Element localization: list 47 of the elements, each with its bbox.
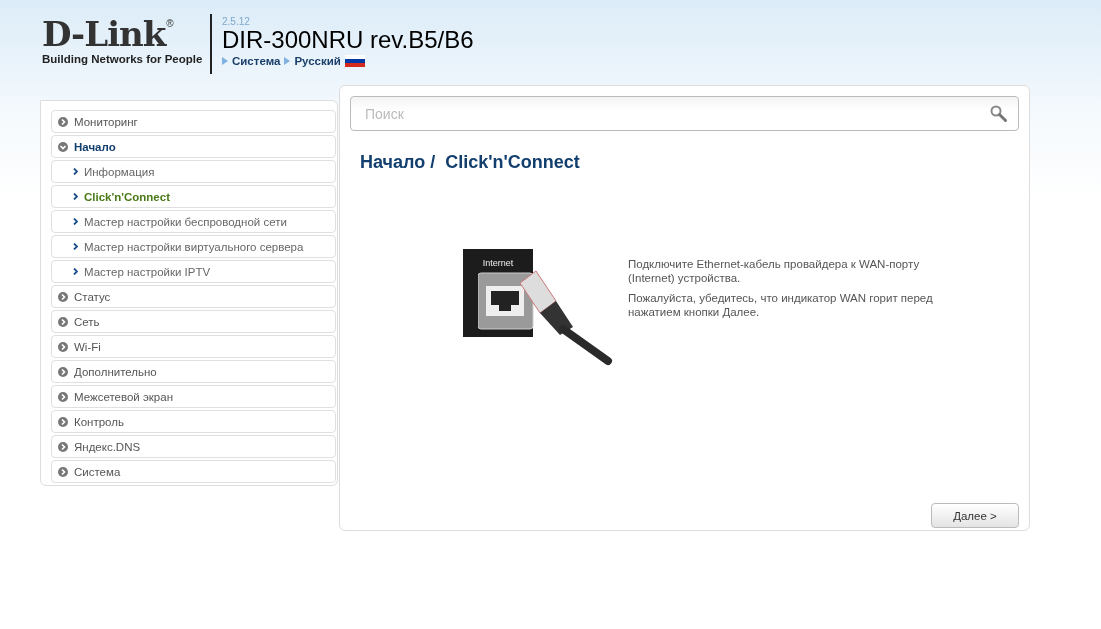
- menu-item[interactable]: Статус: [51, 285, 336, 308]
- chevron-right-icon: [58, 291, 68, 302]
- page-title: Начало / Click'n'Connect: [360, 152, 580, 173]
- submenu-item[interactable]: Мастер настройки IPTV: [51, 260, 336, 283]
- next-button[interactable]: Далее >: [931, 503, 1019, 528]
- menu-item[interactable]: Яндекс.DNS: [51, 435, 336, 458]
- menu-item[interactable]: Контроль: [51, 410, 336, 433]
- menu-item[interactable]: Начало: [51, 135, 336, 158]
- chevron-right-icon: [58, 441, 68, 452]
- logo: D-Link: [42, 16, 166, 52]
- chevron-right-icon: [73, 168, 78, 175]
- chevron-right-icon: [58, 416, 68, 427]
- submenu-item[interactable]: Click'n'Connect: [51, 185, 336, 208]
- chevron-right-icon: [58, 341, 68, 352]
- menu-item[interactable]: Мониторинг: [51, 110, 336, 133]
- chevron-right-icon: [73, 268, 78, 275]
- menu-item[interactable]: Wi-Fi: [51, 335, 336, 358]
- chevron-right-icon: [73, 218, 78, 225]
- menu-item[interactable]: Сеть: [51, 310, 336, 333]
- triangle-icon: [284, 57, 291, 65]
- firmware-version: 2.5.12: [222, 16, 251, 27]
- chevron-down-icon: [58, 141, 68, 152]
- tagline: Building Networks for People: [42, 53, 202, 65]
- submenu-item[interactable]: Информация: [51, 160, 336, 183]
- flag-icon: [344, 55, 365, 67]
- menu-item[interactable]: Межсетевой экран: [51, 385, 336, 408]
- menu-item[interactable]: Дополнительно: [51, 360, 336, 383]
- instruction-text: Подключите Ethernet-кабель провайдера к WAN-порту (Internet) устройства.: [628, 257, 921, 285]
- search-icon[interactable]: [990, 105, 1007, 122]
- submenu-item[interactable]: Мастер настройки виртуального сервера: [51, 235, 336, 258]
- chevron-right-icon: [58, 466, 68, 477]
- chevron-right-icon: [58, 366, 68, 377]
- chevron-right-icon: [73, 193, 78, 200]
- menu-item[interactable]: Система: [51, 460, 336, 483]
- port-label: Internet: [482, 258, 514, 269]
- submenu-item[interactable]: Мастер настройки беспроводной сети: [51, 210, 336, 233]
- header-link[interactable]: Русский: [294, 55, 341, 67]
- search-field[interactable]: Поиск: [350, 96, 1019, 131]
- chevron-right-icon: [58, 116, 68, 127]
- device-model: DIR-300NRU rev.B5/B6: [222, 27, 474, 53]
- registered-mark: ®: [166, 18, 174, 29]
- triangle-icon: [222, 57, 228, 65]
- chevron-right-icon: [58, 391, 68, 402]
- instruction-text: Пожалуйста, убедитесь, что индикатор WAN горит перед нажатием кнопки Далее.: [628, 291, 934, 319]
- chevron-right-icon: [58, 316, 68, 327]
- header-link[interactable]: Система: [232, 55, 281, 67]
- chevron-right-icon: [73, 243, 78, 250]
